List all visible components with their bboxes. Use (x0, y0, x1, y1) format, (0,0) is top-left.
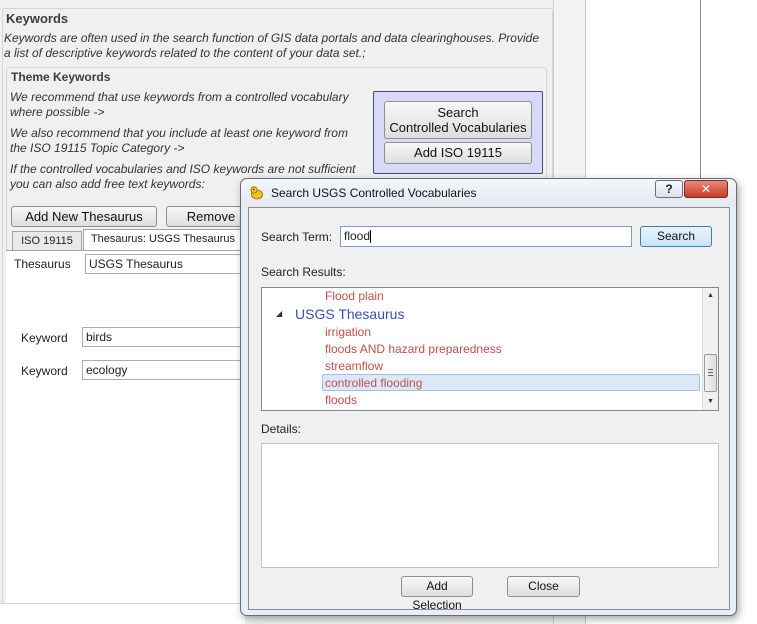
collapse-triangle-icon[interactable]: ◢ (276, 309, 282, 318)
add-iso-19115-button[interactable]: Add ISO 19115 (384, 142, 532, 164)
details-label: Details: (261, 422, 302, 436)
dialog-titlebar[interactable]: Search USGS Controlled Vocabularies ? ✕ (241, 179, 736, 207)
close-window-button[interactable]: ✕ (684, 180, 728, 198)
keywords-description-line-1: Keywords are often used in the search fu… (4, 31, 539, 45)
theme-keywords-title: Theme Keywords (11, 70, 111, 84)
tree-item[interactable]: Flood plain (325, 289, 384, 303)
keyword-field-1[interactable]: birds (82, 327, 245, 347)
text-cursor (370, 230, 372, 244)
add-selection-button[interactable]: Add Selection (401, 576, 473, 612)
search-results-tree[interactable]: Flood plain ◢ USGS Thesaurus irrigation … (261, 287, 719, 411)
tab-thesaurus-usgs[interactable]: Thesaurus: USGS Thesaurus (83, 229, 243, 251)
scroll-thumb[interactable] (704, 354, 717, 392)
editor-footer (0, 603, 245, 624)
note-controlled-vocab-1: We recommend that use keywords from a co… (10, 90, 349, 104)
keywords-title: Keywords (6, 11, 69, 26)
search-vocabularies-dialog: Search USGS Controlled Vocabularies ? ✕ … (240, 178, 737, 616)
keyword-label-1: Keyword (21, 331, 68, 345)
note-free-text-1: If the controlled vocabularies and ISO k… (10, 162, 356, 176)
results-scrollbar[interactable]: ▲ ▼ (702, 288, 718, 410)
dialog-body: Search Term: flood Search Search Results… (248, 207, 730, 612)
note-iso-2: the ISO 19115 Topic Category -> (10, 141, 185, 155)
tree-item[interactable]: floods (325, 393, 357, 407)
add-new-thesaurus-button[interactable]: Add New Thesaurus (11, 206, 157, 227)
keyword-field-2[interactable]: ecology (82, 360, 245, 380)
tab-iso-19115[interactable]: ISO 19115 (12, 231, 82, 251)
tree-item[interactable]: floods AND hazard preparedness (325, 342, 502, 356)
keyword-label-2: Keyword (21, 364, 68, 378)
search-button[interactable]: Search (640, 226, 712, 247)
tab-content-area (6, 250, 246, 605)
tree-item[interactable]: streamflow (325, 359, 383, 373)
scroll-up-icon[interactable]: ▲ (704, 289, 717, 302)
dialog-title: Search USGS Controlled Vocabularies (271, 186, 477, 200)
keywords-description-line-2: a list of descriptive keywords related t… (4, 46, 366, 60)
vocabulary-buttons-box: Search Controlled Vocabularies Add ISO 1… (373, 91, 543, 174)
window-edge (700, 0, 701, 180)
search-cv-label-2: Controlled Vocabularies (389, 120, 527, 135)
app-duck-icon (250, 186, 263, 200)
scroll-down-icon[interactable]: ▼ (704, 395, 717, 408)
search-results-label: Search Results: (261, 265, 346, 279)
note-free-text-2: you can also add free text keywords: (10, 177, 205, 191)
grip-icon (708, 369, 713, 370)
tree-item-selected[interactable]: controlled flooding (325, 376, 422, 390)
note-iso-1: We also recommend that you include at le… (10, 126, 348, 140)
help-button[interactable]: ? (655, 180, 683, 198)
thesaurus-label: Thesaurus (14, 257, 71, 271)
details-textarea[interactable] (261, 443, 719, 568)
search-cv-label-1: Search (437, 105, 479, 120)
search-controlled-vocabularies-button[interactable]: Search Controlled Vocabularies (384, 101, 532, 139)
thesaurus-field[interactable]: USGS Thesaurus (85, 254, 245, 274)
tree-group-usgs-thesaurus[interactable]: USGS Thesaurus (295, 306, 404, 322)
search-term-value: flood (344, 229, 371, 243)
note-controlled-vocab-2: where possible -> (10, 105, 105, 119)
close-button[interactable]: Close (507, 576, 580, 597)
tree-item[interactable]: irrigation (325, 325, 371, 339)
search-term-input[interactable]: flood (340, 226, 632, 247)
search-term-label: Search Term: (261, 230, 333, 244)
